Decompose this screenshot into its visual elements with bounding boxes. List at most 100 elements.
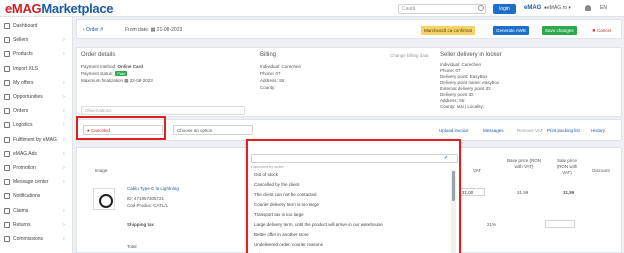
billing-line: Individual: Curechen — [260, 64, 302, 69]
sidebar-item[interactable]: Fulfilment by eMAG › — [0, 133, 73, 147]
search-input[interactable]: Caută — [398, 4, 486, 14]
sidebar-item-label: eMAG Ads — [13, 150, 37, 157]
account-menu[interactable]: ●eMAG.ro ▾ — [544, 5, 571, 11]
vat-select[interactable]: 21,00 — [459, 188, 485, 196]
upload-invoice-link[interactable]: Upload invoice — [439, 128, 469, 133]
chevron-icon: › — [63, 236, 65, 242]
sidebar-item-icon — [4, 122, 10, 129]
history-link[interactable]: History — [591, 128, 605, 133]
shipping-tax-label: Shipping tax — [127, 222, 154, 227]
shipping-price-input[interactable] — [545, 220, 575, 228]
col-image: Image — [94, 168, 108, 173]
dropdown-option[interactable]: Transport tax is too large — [254, 212, 304, 217]
dropdown-option[interactable]: Cancelled by the client — [254, 182, 299, 187]
status-highlight — [76, 116, 166, 140]
product-code: Cod Produs: CATL/L — [127, 203, 169, 208]
billing-title: Billing — [260, 52, 277, 58]
dropdown-option[interactable]: The client can not be contacted — [254, 192, 317, 197]
sidebar-item-label: Returns — [13, 221, 31, 228]
sidebar-item[interactable]: Message center › — [0, 175, 73, 189]
locker-line: Delivery point ID: — [440, 92, 475, 97]
sidebar-item-label: Notifications — [13, 193, 41, 200]
payment-method: Payment method: Online Card — [81, 64, 143, 69]
cancel-reason-select[interactable]: Choose an option — [173, 125, 253, 135]
chevron-icon: › — [63, 37, 65, 44]
sidebar-item-icon — [4, 37, 10, 44]
chevron-icon: › — [63, 108, 65, 115]
app-window: eMAGMarketplace Caută login eMAG ●eMAG.r… — [0, 0, 624, 253]
mf-label: Maximum finalization — [81, 78, 124, 83]
sidebar-item-label: Commissions — [13, 236, 44, 242]
save-button[interactable]: Save changes — [542, 26, 577, 35]
sidebar-item-label: Fulfilment by eMAG — [13, 136, 57, 143]
sidebar-item-icon — [4, 207, 10, 214]
sidebar-item[interactable]: Opportunities › — [0, 90, 73, 104]
confirm-button[interactable]: Marchează ca confirmat — [421, 26, 476, 35]
dropdown-option[interactable]: Out of stock — [254, 172, 278, 177]
pm-value: Online Card — [117, 64, 144, 69]
top-bar: eMAGMarketplace Caută login eMAG ●eMAG.r… — [0, 0, 624, 17]
locker-line: Phone: 07 — [440, 68, 461, 73]
sidebar-item[interactable]: My offers › — [0, 76, 73, 90]
change-billing-link[interactable]: Change billing data — [390, 53, 429, 58]
dropdown-option[interactable]: Undelivered order, courier reasons — [254, 242, 323, 247]
observations-field[interactable]: Observations — [81, 106, 245, 115]
sidebar-item[interactable]: Returns › — [0, 218, 73, 232]
sidebar-item[interactable]: Logistics › — [0, 118, 73, 132]
chevron-icon: › — [63, 165, 65, 171]
mf-value[interactable]: ▦ 22-08-2023 — [124, 78, 153, 83]
sidebar-item-icon — [4, 221, 10, 228]
locker-line: Delivery point: EasyBox — [440, 74, 488, 79]
chevron-icon: › — [63, 51, 65, 58]
dropdown-option[interactable]: Better offer in another store — [254, 232, 309, 237]
billing-line: County: — [260, 85, 276, 90]
bell-icon[interactable] — [585, 5, 591, 11]
ps-label: Payment status: — [81, 71, 114, 76]
sidebar-item-icon — [4, 79, 10, 86]
sidebar-item-icon — [4, 51, 10, 58]
language-select[interactable]: EN — [600, 5, 607, 11]
locker-line: Address: Str. — [440, 98, 466, 103]
locker-line: Delivery point name: easybox — [440, 80, 500, 85]
product-name-link[interactable]: Cablu Type-C la Lightning — [127, 186, 179, 191]
cancel-button[interactable]: ✖ Cancel — [589, 26, 614, 35]
dropdown-option[interactable]: Courier delivery term is too large — [254, 202, 319, 207]
chevron-icon: › — [63, 136, 65, 143]
dropdown-option[interactable]: Large delivery term, until the product w… — [254, 222, 383, 227]
billing-line: Phone: 07 — [260, 71, 281, 76]
product-image — [93, 188, 115, 210]
print-packing-link[interactable]: Print packing list — [547, 128, 580, 133]
sidebar-item[interactable]: Dashboard — [0, 19, 73, 33]
generate-awb-button[interactable]: Generate AWB — [493, 26, 529, 35]
messages-link[interactable]: Messages — [483, 128, 504, 133]
sidebar-item[interactable]: Orders › — [0, 104, 73, 118]
sidebar-item[interactable]: Promotion › — [0, 161, 73, 175]
sidebar-item-label: Dashboard — [13, 23, 38, 29]
login-button[interactable]: login — [493, 4, 516, 14]
main-content: ‹ Order # From date: ▦ 21-08-2023 Marche… — [76, 19, 622, 253]
payment-status: Payment status: Paid — [81, 71, 128, 76]
sidebar-item[interactable]: eMAG Ads › — [0, 147, 73, 161]
locker-line: Individual: Curechen — [440, 62, 482, 67]
cancel-reason-dropdown[interactable]: ✔ Canceled by seller Out of stock Cancell… — [246, 139, 461, 253]
sidebar-item-icon — [4, 108, 10, 115]
remove-vat-link[interactable]: Remove VAT — [517, 128, 543, 133]
logo[interactable]: eMAGMarketplace — [5, 1, 114, 16]
chevron-icon: › — [63, 150, 65, 157]
sidebar-item[interactable]: Sellers › — [0, 33, 73, 47]
chevron-icon: › — [63, 94, 65, 100]
sidebar-item[interactable]: Notifications — [0, 189, 73, 203]
sidebar-item[interactable]: Claims › — [0, 204, 73, 218]
shipping-vat: 21% — [487, 222, 497, 227]
dropdown-search-input[interactable] — [251, 154, 458, 163]
dropdown-group-heading: Canceled by seller — [251, 164, 284, 169]
back-to-order[interactable]: ‹ Order # — [83, 27, 103, 33]
check-icon: ✔ — [444, 155, 449, 161]
search-icon[interactable] — [478, 5, 484, 11]
locker-line: External delivery point ID: — [440, 86, 492, 91]
sidebar-item[interactable]: Commissions › — [0, 232, 73, 246]
sidebar-item-label: Import XLS — [13, 65, 39, 72]
dropdown-scroll-thumb[interactable] — [452, 171, 455, 201]
sidebar-item[interactable]: Import XLS — [0, 62, 73, 76]
sidebar-item[interactable]: Products › — [0, 47, 73, 61]
